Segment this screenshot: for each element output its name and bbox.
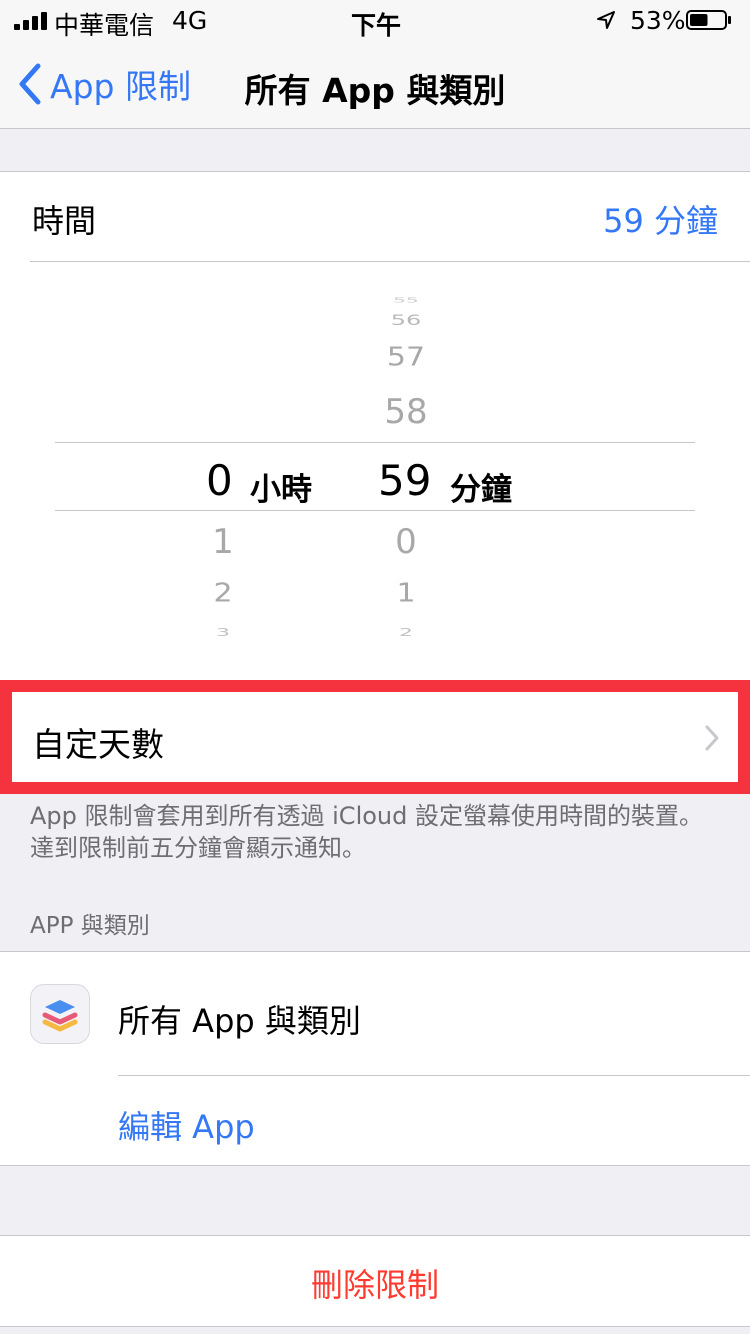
carrier-name: 中華電信 [54, 11, 155, 40]
minutes-option: 57 [386, 342, 426, 373]
time-label: 時間 [32, 202, 97, 240]
minutes-option: 2 [399, 626, 413, 639]
time-row[interactable]: 時間 59 分鐘 [0, 172, 750, 261]
battery-percentage: 53% [630, 6, 686, 35]
hours-option: 1 [212, 522, 234, 562]
apps-section: 所有 App 與類別 編輯 App [0, 951, 750, 1166]
battery-icon [686, 10, 731, 30]
minutes-option: 0 [395, 522, 417, 562]
back-button-label: App 限制 [50, 67, 191, 106]
stacked-layers-icon [30, 984, 90, 1044]
minutes-option: 56 [390, 311, 422, 329]
minutes-option: 55 [393, 295, 419, 305]
back-button[interactable]: App 限制 [16, 60, 191, 108]
divider [118, 1075, 750, 1076]
minutes-selected: 59 [378, 456, 432, 505]
network-type: 4G [172, 6, 208, 35]
hours-unit: 小時 [250, 472, 312, 508]
chevron-left-icon [19, 63, 41, 105]
minutes-unit: 分鐘 [450, 472, 512, 508]
section-header: APP 與類別 [30, 913, 150, 939]
app-category-name: 所有 App 與類別 [118, 1002, 361, 1040]
edit-app-button[interactable]: 編輯 App [118, 1102, 255, 1148]
navigation-bar: App 限制 所有 App 與類別 [0, 40, 750, 129]
screen: 中華電信 4G 下午4:21 53% App 限制 所有 App 與類別 時間 … [0, 0, 750, 1334]
footnote-text: App 限制會套用到所有透過 iCloud 設定螢幕使用時間的裝置。達到限制前五… [30, 802, 703, 862]
custom-days-label: 自定天數 [32, 725, 164, 764]
time-section: 時間 59 分鐘 0 小時 1 2 3 55 56 57 58 59 分鐘 0 [0, 171, 750, 692]
hours-option: 3 [216, 626, 230, 639]
hours-selected: 0 [206, 456, 233, 505]
hours-option: 2 [213, 578, 233, 609]
page-title: 所有 App 與類別 [244, 71, 506, 110]
minutes-option: 1 [396, 578, 416, 609]
location-arrow-icon [597, 11, 615, 29]
delete-limit-button[interactable]: 刪除限制 [0, 1260, 750, 1306]
picker-selection-top-line [55, 442, 695, 443]
status-bar: 中華電信 4G 下午4:21 53% [0, 0, 750, 71]
custom-days-row[interactable]: 自定天數 [12, 692, 738, 782]
time-value: 59 分鐘 [603, 202, 718, 240]
minutes-option: 58 [384, 392, 428, 432]
divider [30, 261, 750, 262]
chevron-right-icon [705, 725, 719, 751]
delete-section: 刪除限制 [0, 1235, 750, 1327]
signal-strength-icon [14, 12, 48, 30]
picker-selection-bottom-line [55, 510, 695, 511]
